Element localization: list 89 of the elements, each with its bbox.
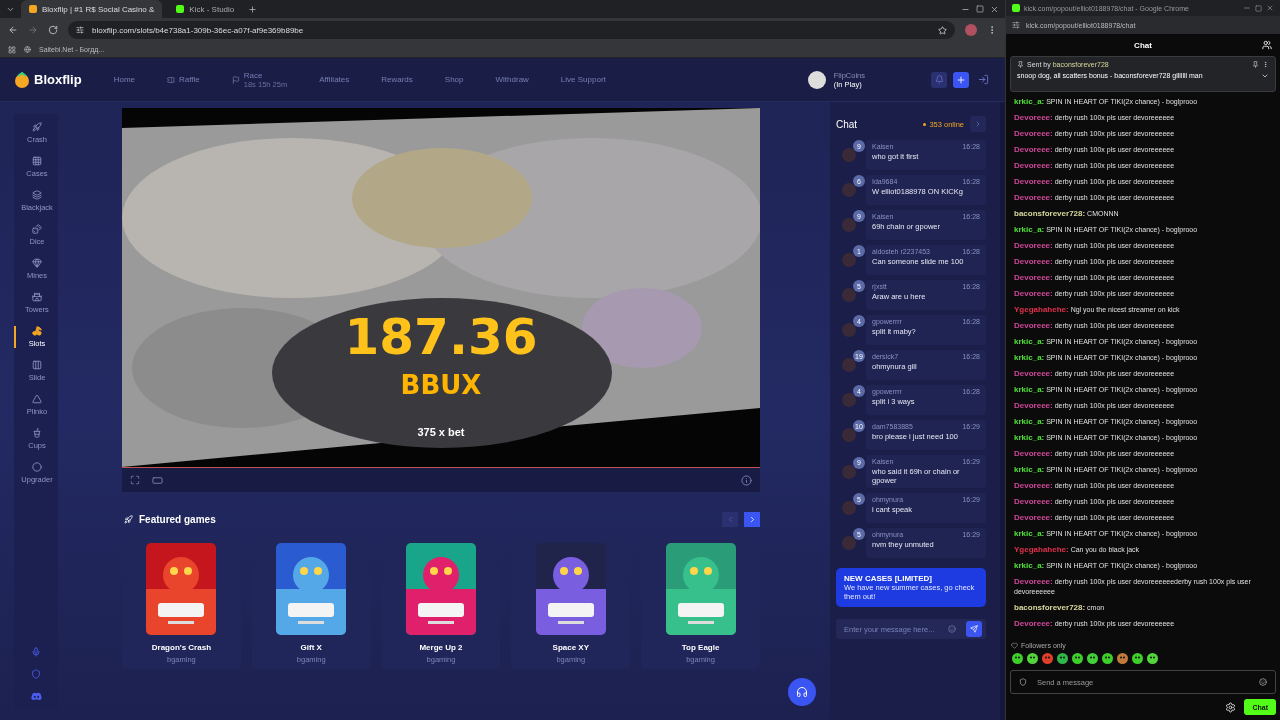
favicon (29, 5, 37, 13)
discord-icon[interactable] (30, 691, 42, 702)
microphone-icon[interactable] (31, 647, 41, 657)
section-title: Featured games (139, 514, 216, 525)
nav-link[interactable]: Rewards (381, 75, 413, 84)
cup-icon (32, 428, 42, 438)
flag-icon (231, 75, 240, 84)
game-name: Dragon's Crash (151, 643, 211, 652)
close-icon[interactable] (1266, 4, 1274, 12)
game-name: Space XY (552, 643, 589, 652)
plus-icon (956, 74, 966, 85)
pin-icon (1017, 61, 1024, 68)
globe-icon (24, 46, 31, 53)
chat-title: Chat (1134, 40, 1152, 50)
send-button[interactable] (966, 621, 982, 637)
headphones-icon (796, 686, 808, 698)
site-settings-icon[interactable] (1012, 21, 1020, 29)
emoji-icon[interactable] (1259, 678, 1267, 686)
emoji-icon[interactable] (948, 625, 956, 633)
emote-icon[interactable] (1087, 653, 1098, 664)
rocket-icon (124, 515, 133, 524)
gem-icon (32, 258, 42, 268)
users-icon[interactable] (1262, 40, 1272, 50)
emote-icon[interactable] (1117, 653, 1128, 664)
triangle-icon (32, 394, 42, 404)
info-icon[interactable] (741, 474, 752, 486)
logo-icon[interactable] (14, 71, 30, 88)
grid-icon (32, 156, 42, 166)
emote-icon[interactable] (1147, 653, 1158, 664)
emote-icon[interactable] (1012, 653, 1023, 664)
win-currency: BBUX (400, 370, 482, 400)
bell-icon (934, 75, 944, 84)
add-button[interactable] (953, 71, 969, 88)
login-icon (977, 74, 989, 85)
reload-icon[interactable] (48, 25, 58, 35)
columns-icon (32, 360, 42, 370)
nav-link[interactable]: Live Support (560, 75, 606, 84)
favicon (176, 5, 185, 13)
notifications-button[interactable] (931, 71, 947, 88)
user-avatar[interactable] (807, 70, 826, 89)
emote-icon[interactable] (1042, 653, 1053, 664)
forward-icon[interactable] (28, 25, 38, 35)
chat-title: Chat (836, 118, 858, 130)
new-tab-icon[interactable] (248, 4, 258, 14)
emote-icon[interactable] (1102, 653, 1113, 664)
theater-mode-icon[interactable] (152, 474, 163, 486)
nav-link[interactable]: Withdraw (495, 75, 529, 84)
nav-link[interactable]: Home (113, 75, 135, 84)
support-button[interactable] (788, 678, 816, 706)
fullscreen-icon[interactable] (130, 475, 140, 485)
site-logo[interactable]: Bloxflip (34, 72, 82, 87)
game-name: Merge Up 2 (419, 643, 463, 652)
nav-link[interactable]: Affiliates (319, 75, 350, 84)
site-settings-icon[interactable] (76, 26, 84, 34)
back-icon[interactable] (8, 25, 18, 35)
heart-icon (1011, 642, 1018, 649)
shield-icon[interactable] (31, 669, 41, 679)
game-name: Top Eagle (681, 643, 720, 652)
rocket-icon (32, 122, 42, 132)
maximize-icon[interactable] (976, 5, 984, 13)
win-multiplier: 375 x bet (417, 426, 465, 438)
promo-title: NEW CASES [LIMITED] (844, 574, 933, 583)
game-name: Gift X (300, 643, 322, 652)
win-amount: 187.36 (344, 308, 538, 366)
emote-icon[interactable] (1072, 653, 1083, 664)
address-bar[interactable]: bloxflip.com/slots/b4e738a1-309b-36ec-a07f-af9e369b89be (68, 21, 955, 39)
apps-icon[interactable] (8, 45, 16, 54)
status-dot-icon (923, 122, 927, 126)
nav-link[interactable]: Shop (444, 75, 464, 84)
ticket-icon (167, 75, 175, 84)
pin-icon[interactable] (1252, 61, 1259, 68)
shield-icon (1019, 678, 1027, 686)
close-icon[interactable] (990, 4, 999, 14)
dice-icon (32, 224, 42, 234)
browser-tab[interactable]: Kick - Studio (168, 0, 243, 18)
settings-icon[interactable] (1225, 701, 1237, 713)
profile-icon[interactable] (965, 24, 977, 36)
emote-icon[interactable] (1027, 653, 1038, 664)
browser-tab[interactable]: Bloxflip | #1 R$ Social Casino & (21, 0, 163, 18)
emote-icon[interactable] (1057, 653, 1068, 664)
emote-icon[interactable] (1132, 653, 1143, 664)
nav-link[interactable]: Raffle (179, 75, 200, 84)
expand-icon[interactable] (1261, 72, 1269, 80)
bookmark-star-icon[interactable] (938, 25, 947, 35)
circle-icon (32, 462, 42, 472)
chevron-right-icon (974, 120, 982, 128)
favicon (1012, 4, 1020, 12)
maximize-icon[interactable] (1255, 4, 1262, 12)
send-icon (970, 625, 978, 633)
